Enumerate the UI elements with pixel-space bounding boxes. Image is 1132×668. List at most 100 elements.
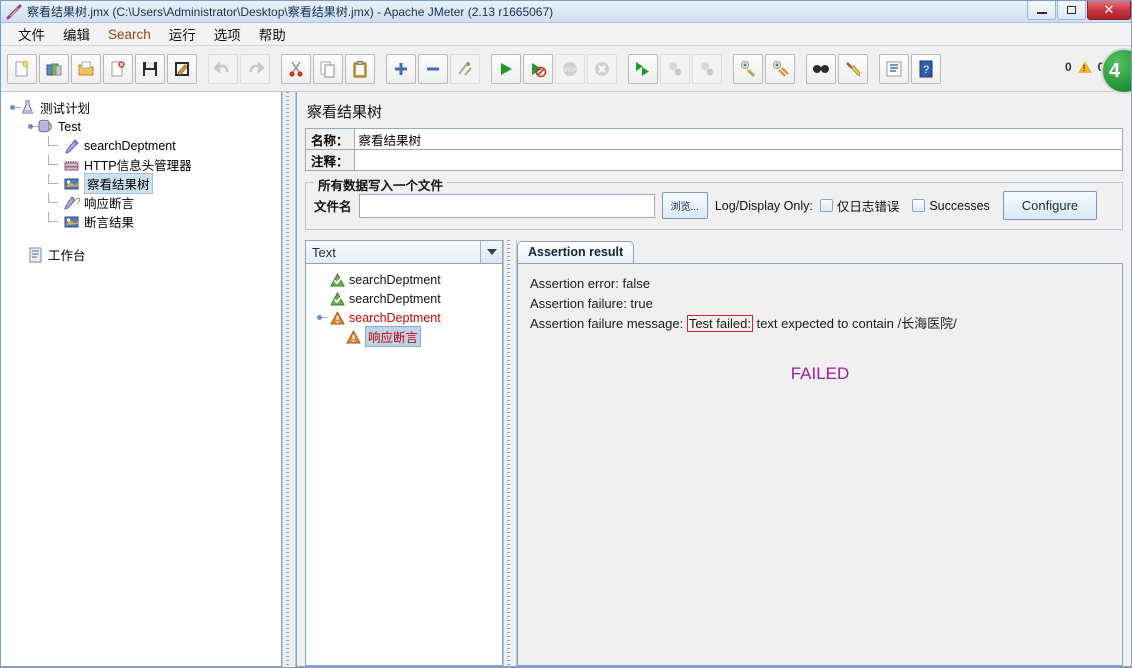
- jmeter-feather-icon: [6, 4, 24, 20]
- tree-node-response-assertion[interactable]: ? 响应断言: [5, 193, 281, 212]
- undo-icon: [208, 53, 238, 84]
- tree-label: Test: [58, 119, 81, 134]
- result-row[interactable]: searchDeptment: [312, 289, 502, 308]
- result-row[interactable]: searchDeptment: [312, 308, 502, 327]
- menu-bar: 文件 编辑 Search 运行 选项 帮助: [1, 23, 1131, 46]
- configure-button[interactable]: Configure: [1002, 191, 1098, 220]
- function-helper-icon[interactable]: [879, 53, 909, 84]
- tree-elbow: [45, 193, 63, 212]
- view-results-tree-panel: 察看结果树 名称： 注释： 所有数据写入一个文件 文件名 浏览... Log/D…: [296, 92, 1131, 667]
- expander-icon[interactable]: [9, 103, 21, 112]
- successes-checkbox-group[interactable]: Successes: [912, 198, 990, 213]
- tree-node-assertion-results[interactable]: 断言结果: [5, 212, 281, 231]
- menu-help[interactable]: 帮助: [250, 22, 295, 46]
- success-icon: [330, 272, 345, 287]
- cut-icon[interactable]: [281, 53, 311, 84]
- warning-icon[interactable]: [1077, 61, 1092, 73]
- tab-assertion-result[interactable]: Assertion result: [517, 241, 635, 263]
- result-label: 响应断言: [365, 326, 422, 347]
- start-icon[interactable]: [491, 53, 521, 84]
- tree-node-thread-group[interactable]: Test: [5, 117, 281, 136]
- svg-text:?: ?: [923, 64, 929, 76]
- errors-only-checkbox[interactable]: [819, 199, 833, 212]
- chevron-down-icon[interactable]: [480, 241, 502, 263]
- successes-checkbox[interactable]: [912, 199, 926, 212]
- header-manager-icon: [63, 157, 80, 173]
- clear-all-icon[interactable]: [765, 53, 795, 84]
- templates-icon[interactable]: [39, 53, 69, 84]
- search-icon[interactable]: [806, 53, 836, 84]
- groupbox-legend: 所有数据写入一个文件: [314, 175, 448, 194]
- errors-only-checkbox-group[interactable]: 仅日志错误: [819, 196, 900, 215]
- paste-icon[interactable]: [345, 53, 375, 84]
- toolbar: STOP ? 0 ! 4: [1, 46, 1131, 94]
- assertion-error-line: Assertion error: false: [530, 276, 650, 291]
- tree-node-view-results-tree[interactable]: 察看结果树: [5, 173, 281, 194]
- help-icon[interactable]: ?: [911, 53, 941, 84]
- page-title: 察看结果树: [307, 104, 383, 121]
- tree-label: 断言结果: [84, 216, 135, 230]
- tree-node-test-plan[interactable]: 测试计划: [5, 98, 281, 117]
- results-tree[interactable]: searchDeptment searchDeptment searchDept…: [305, 264, 503, 666]
- menu-search[interactable]: Search: [99, 25, 160, 44]
- menu-run[interactable]: 运行: [160, 22, 205, 46]
- new-icon[interactable]: [7, 53, 37, 84]
- window-title: 察看结果树.jmx (C:\Users\Administrator\Deskto…: [27, 5, 554, 19]
- collapse-icon[interactable]: [418, 53, 448, 84]
- failed-status-text: FAILED: [790, 364, 850, 383]
- filename-input[interactable]: [359, 194, 654, 217]
- main-splitter[interactable]: [282, 92, 296, 667]
- expand-icon[interactable]: [386, 53, 416, 84]
- tree-node-workbench[interactable]: 工作台: [5, 245, 281, 264]
- menu-edit[interactable]: 编辑: [54, 22, 99, 46]
- remote-start-all-icon[interactable]: [628, 53, 658, 84]
- expander-icon[interactable]: [27, 122, 39, 131]
- result-row[interactable]: searchDeptment: [312, 270, 502, 289]
- menu-options[interactable]: 选项: [205, 22, 250, 46]
- test-plan-tree-panel[interactable]: 测试计划 Test searchDeptment HTTP信息头管理器 察看结果…: [1, 92, 282, 667]
- http-sampler-icon: [63, 138, 80, 154]
- tree-label: 测试计划: [40, 102, 91, 116]
- jmeter-window: 察看结果树.jmx (C:\Users\Administrator\Deskto…: [0, 0, 1132, 668]
- response-assertion-icon: ?: [63, 195, 81, 211]
- assertion-failure-line: Assertion failure: true: [530, 296, 653, 311]
- comment-input[interactable]: [354, 150, 1122, 170]
- tree-node-search-deptment[interactable]: searchDeptment: [5, 136, 281, 155]
- assertion-failure-message-line: Assertion failure message: Test failed: …: [530, 314, 1110, 334]
- test-plan-tree[interactable]: 测试计划 Test searchDeptment HTTP信息头管理器 察看结果…: [1, 92, 281, 264]
- warning-count: 0: [1064, 60, 1072, 74]
- tree-elbow: [45, 212, 63, 231]
- name-input[interactable]: [354, 129, 1122, 149]
- save-as-icon[interactable]: [167, 53, 197, 84]
- results-splitter[interactable]: [503, 240, 517, 666]
- recorder-badge[interactable]: 4: [1101, 48, 1131, 94]
- filename-input-wrap[interactable]: [358, 193, 655, 218]
- expander-icon[interactable]: [316, 313, 328, 322]
- result-row[interactable]: 响应断言: [312, 326, 502, 347]
- assertion-column: Assertion result Assertion error: false …: [517, 240, 1123, 666]
- maximize-button[interactable]: [1057, 1, 1086, 20]
- assertion-result-content[interactable]: Assertion error: false Assertion failure…: [517, 263, 1123, 666]
- reset-search-icon[interactable]: [838, 53, 868, 84]
- browse-button[interactable]: 浏览...: [661, 192, 708, 219]
- assertion-results-icon: [63, 214, 80, 230]
- copy-icon[interactable]: [313, 53, 343, 84]
- renderer-combo[interactable]: Text: [305, 240, 503, 264]
- close-icon[interactable]: [103, 53, 133, 84]
- start-no-pauses-icon[interactable]: [523, 53, 553, 84]
- tree-label: HTTP信息头管理器: [84, 159, 192, 173]
- tree-node-header-manager[interactable]: HTTP信息头管理器: [5, 155, 281, 174]
- result-label: searchDeptment: [349, 291, 441, 306]
- name-label: 名称：: [306, 129, 355, 149]
- close-button[interactable]: ✕: [1087, 1, 1131, 20]
- comment-field-row: 注释：: [305, 149, 1123, 171]
- minimize-button[interactable]: [1027, 1, 1056, 20]
- menu-file[interactable]: 文件: [9, 22, 54, 46]
- thread-group-icon: [37, 119, 54, 135]
- clear-icon[interactable]: [733, 53, 763, 84]
- errors-only-label: 仅日志错误: [836, 200, 900, 214]
- save-icon[interactable]: [135, 53, 165, 84]
- open-icon[interactable]: [71, 53, 101, 84]
- successes-label: Successes: [929, 198, 990, 213]
- result-label: searchDeptment: [349, 272, 441, 287]
